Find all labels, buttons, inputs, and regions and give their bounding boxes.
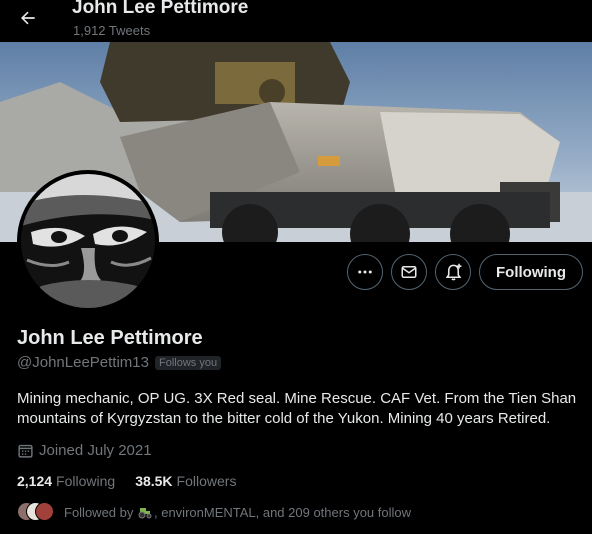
message-button[interactable] bbox=[391, 254, 427, 290]
handle-row: @JohnLeePettim13 Follows you bbox=[17, 354, 222, 371]
follower-avatar bbox=[35, 502, 54, 521]
joined-date: Joined July 2021 bbox=[17, 442, 152, 459]
joined-text: Joined July 2021 bbox=[39, 442, 152, 459]
notifications-button[interactable] bbox=[435, 254, 471, 290]
following-button[interactable]: Following bbox=[479, 254, 583, 290]
header-name: John Lee Pettimore bbox=[72, 0, 249, 18]
stats-row: 2,124 Following 38.5K Followers bbox=[17, 473, 236, 489]
following-label: Following bbox=[56, 473, 116, 489]
followers-count: 38.5K bbox=[135, 473, 173, 489]
calendar-icon bbox=[18, 444, 33, 458]
follower-avatars bbox=[17, 502, 54, 522]
following-stat[interactable]: 2,124 Following bbox=[17, 473, 115, 489]
more-icon bbox=[358, 270, 372, 274]
followers-label: Followers bbox=[176, 473, 237, 489]
user-handle: @JohnLeePettim13 bbox=[17, 354, 149, 371]
followed-by-prefix: Followed by bbox=[64, 504, 134, 520]
top-bar: John Lee Pettimore 1,912 Tweets bbox=[0, 0, 592, 42]
followed-by-text: Followed by , environMENTAL, and 209 oth… bbox=[64, 505, 411, 520]
follows-you-badge: Follows you bbox=[154, 355, 222, 370]
back-arrow-icon bbox=[21, 11, 35, 25]
followers-stat[interactable]: 38.5K Followers bbox=[135, 473, 236, 489]
notification-add-icon bbox=[445, 263, 461, 280]
profile-bio: Mining mechanic, OP UG. 3X Red seal. Min… bbox=[17, 390, 577, 427]
tweet-count: 1,912 Tweets bbox=[73, 23, 151, 38]
more-button[interactable] bbox=[347, 254, 383, 290]
back-button[interactable] bbox=[14, 4, 42, 32]
profile-avatar[interactable] bbox=[17, 170, 159, 312]
followed-by-row[interactable]: Followed by , environMENTAL, and 209 oth… bbox=[17, 502, 411, 522]
display-name: John Lee Pettimore bbox=[17, 327, 203, 349]
followed-by-suffix: , environMENTAL, and 209 others you foll… bbox=[154, 504, 412, 520]
mail-icon bbox=[401, 266, 417, 278]
following-count: 2,124 bbox=[17, 473, 53, 489]
tractor-emoji-icon bbox=[138, 507, 152, 518]
